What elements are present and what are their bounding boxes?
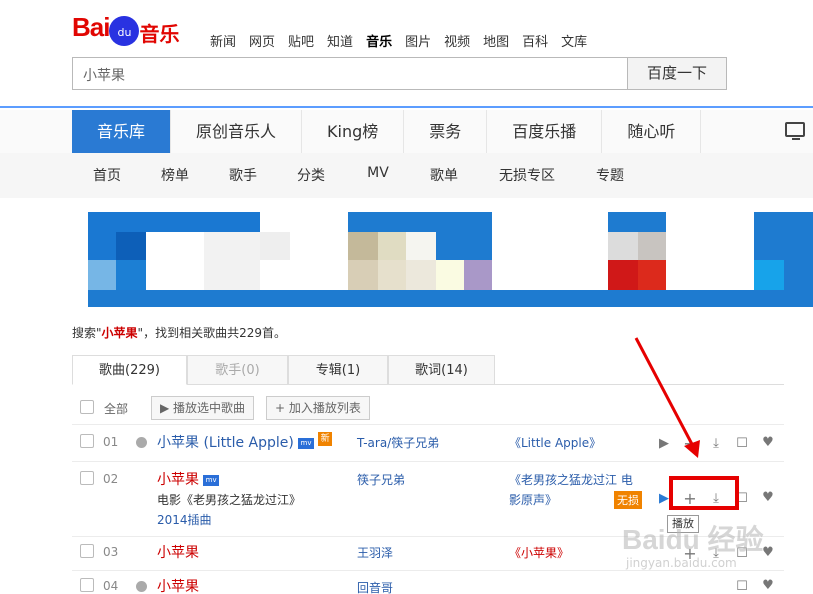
watermark-url: jingyan.baidu.com [626,556,737,570]
annotation-arrow [634,337,700,458]
arrow-shaft [634,337,696,449]
watermark: Baidu 经验 [622,524,764,555]
